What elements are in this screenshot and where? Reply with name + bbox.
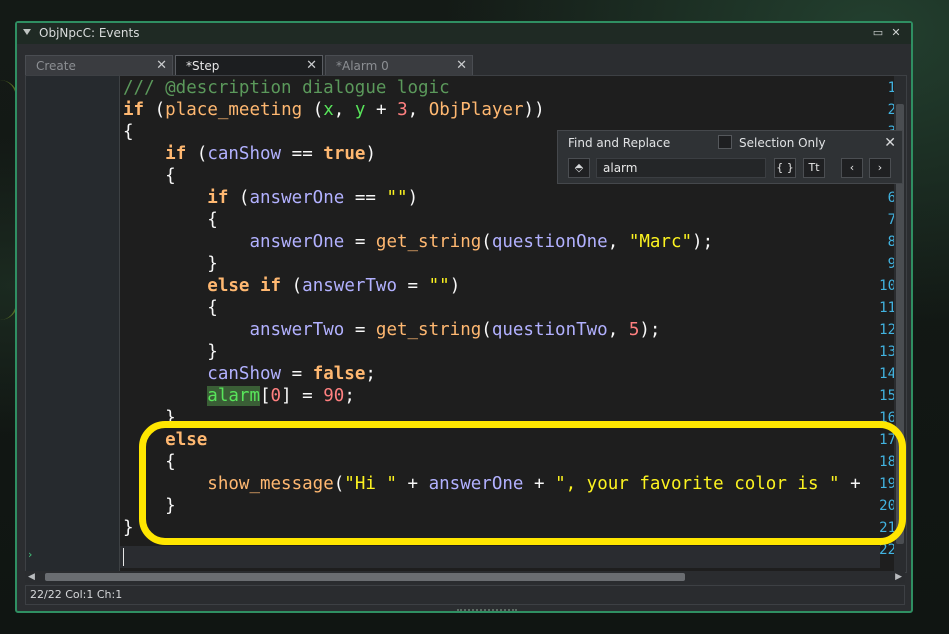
find-input[interactable] — [596, 158, 766, 178]
window-titlebar[interactable]: ObjNpcC: Events ▭ ✕ — [17, 23, 911, 44]
find-replace-panel: Find and Replace Selection Only ✕ ⬘ { } … — [557, 130, 903, 184]
collapse-arrow-icon[interactable] — [23, 29, 31, 35]
find-replace-title: Find and Replace — [568, 136, 671, 150]
current-line-marker-icon: › — [28, 548, 33, 561]
code-line[interactable]: else if (answerTwo = "") — [123, 275, 460, 297]
tab-label: *Step — [186, 59, 220, 73]
code-line[interactable]: if (answerOne == "") — [123, 187, 418, 209]
tab-label: *Alarm 0 — [336, 59, 389, 73]
scroll-left-icon[interactable]: ◀ — [28, 571, 35, 583]
line-number-gutter: › — [26, 76, 120, 572]
selection-only-label: Selection Only — [739, 136, 826, 150]
status-bar: 22/22 Col:1 Ch:1 — [25, 585, 905, 605]
code-line[interactable]: } — [123, 341, 218, 363]
code-line[interactable]: { — [123, 297, 218, 319]
code-line[interactable]: { — [123, 121, 134, 143]
horizontal-scroll-thumb[interactable] — [45, 573, 685, 581]
tab-create[interactable]: Create ✕ — [25, 55, 173, 75]
event-tabs: Create ✕ *Step ✕ *Alarm 0 ✕ — [25, 55, 903, 75]
close-tab-icon[interactable]: ✕ — [156, 56, 167, 76]
toggle-replace-icon[interactable]: ⬘ — [568, 158, 590, 178]
annotation-highlight-box — [139, 421, 906, 545]
scroll-right-icon[interactable]: ▶ — [895, 571, 902, 583]
tab-alarm-0[interactable]: *Alarm 0 ✕ — [325, 55, 473, 75]
code-line[interactable]: canShow = false; — [123, 363, 376, 385]
code-line[interactable]: if (canShow == true) — [123, 143, 376, 165]
code-line[interactable]: answerTwo = get_string(questionTwo, 5); — [123, 319, 660, 341]
regex-button[interactable]: { } — [774, 158, 796, 178]
code-line[interactable]: } — [123, 253, 218, 275]
tab-label: Create — [36, 59, 76, 73]
close-icon[interactable]: ✕ — [889, 26, 903, 40]
text-caret — [123, 548, 124, 566]
selection-only-checkbox[interactable] — [718, 135, 732, 149]
next-match-button[interactable]: › — [869, 158, 891, 178]
cursor-position: 22/22 Col:1 Ch:1 — [30, 588, 123, 601]
code-line[interactable]: answerOne = get_string(questionOne, "Mar… — [123, 231, 713, 253]
horizontal-scrollbar[interactable]: ◀ ▶ — [25, 571, 905, 583]
code-line[interactable]: /// @description dialogue logic — [123, 77, 450, 99]
close-find-icon[interactable]: ✕ — [884, 135, 896, 151]
code-line[interactable]: if (place_meeting (x, y + 3, ObjPlayer)) — [123, 99, 545, 121]
code-line[interactable]: alarm[0] = 90; — [123, 385, 355, 407]
close-tab-icon[interactable]: ✕ — [456, 56, 467, 76]
code-line[interactable]: { — [123, 209, 218, 231]
code-line[interactable]: { — [123, 165, 176, 187]
match-case-button[interactable]: Tt — [803, 158, 825, 178]
close-tab-icon[interactable]: ✕ — [306, 56, 317, 76]
resize-grip[interactable] — [457, 609, 517, 614]
tab-step[interactable]: *Step ✕ — [175, 55, 323, 75]
window-title: ObjNpcC: Events — [39, 26, 140, 40]
maximize-icon[interactable]: ▭ — [871, 26, 885, 40]
code-line[interactable]: } — [123, 517, 134, 539]
previous-match-button[interactable]: ‹ — [841, 158, 863, 178]
